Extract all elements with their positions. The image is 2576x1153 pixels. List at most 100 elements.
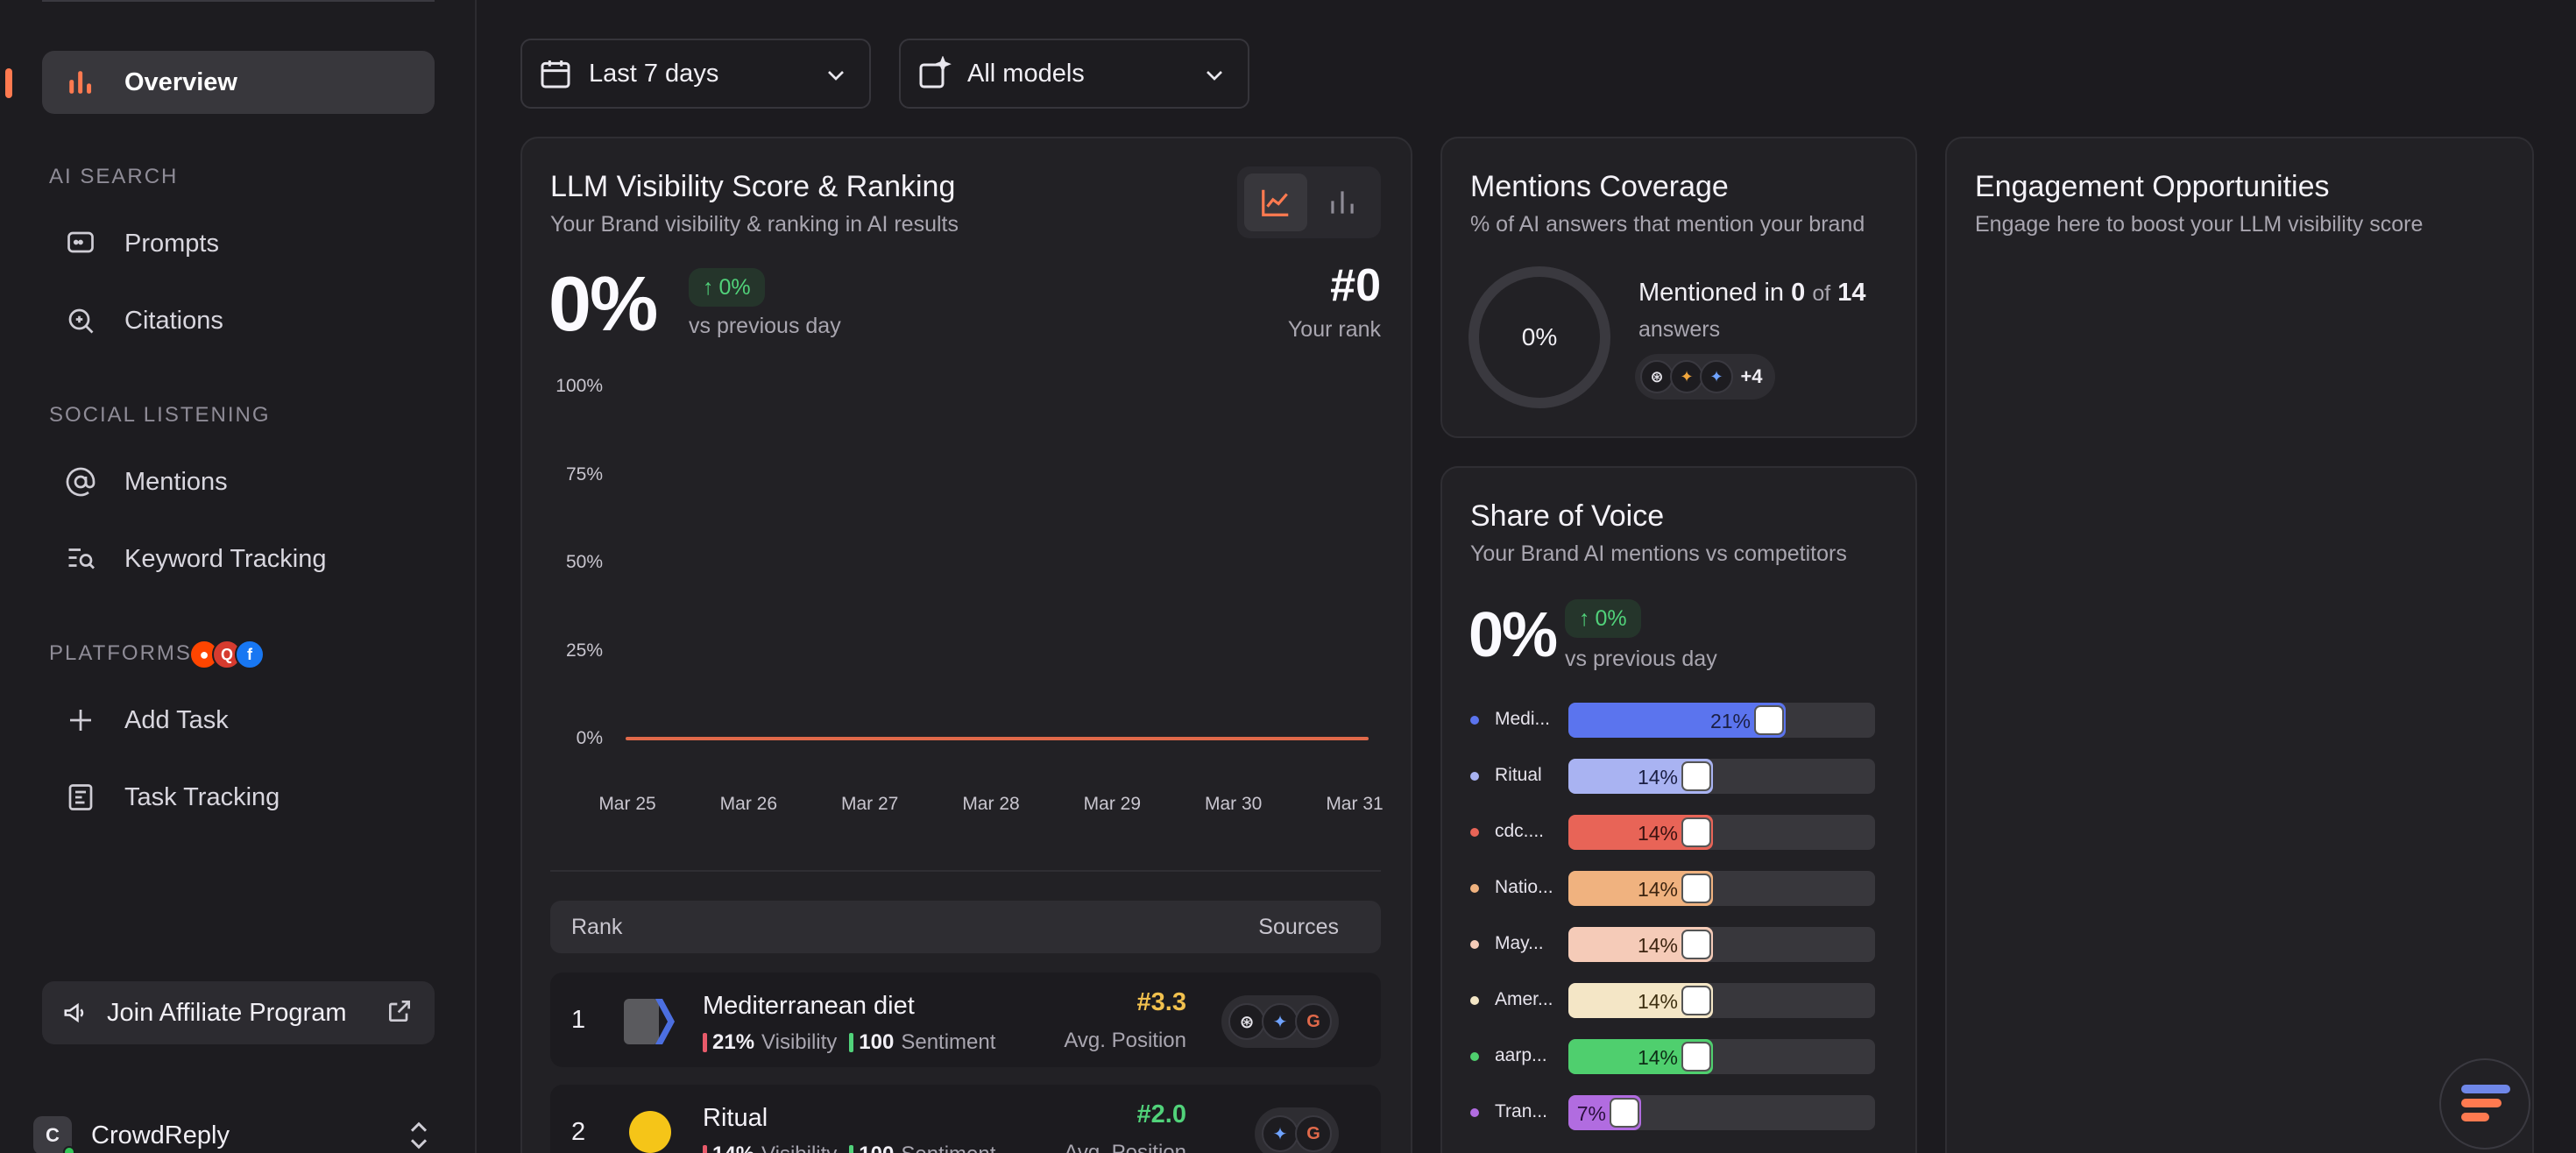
sov-bar-track: 14%	[1568, 927, 1875, 962]
avg-position: #3.3	[1136, 988, 1186, 1016]
visibility-indicator	[703, 1145, 707, 1153]
brand-name: Mediterranean diet	[703, 992, 915, 1020]
sidebar-item-mentions[interactable]: Mentions	[42, 450, 435, 513]
sov-delta-badge: ↑ 0%	[1565, 599, 1641, 638]
bar-chart-icon	[1331, 191, 1354, 214]
gemini-icon: ✦	[1262, 1003, 1299, 1040]
visibility-indicator	[703, 1033, 707, 1052]
sidebar-item-task-tracking[interactable]: Task Tracking	[42, 766, 435, 829]
x-tick-label: Mar 29	[1083, 794, 1141, 814]
sidebar-item-overview[interactable]: Overview	[42, 51, 435, 114]
chevron-down-icon	[1207, 71, 1222, 81]
competitor-logo-icon	[1681, 761, 1711, 791]
date-range-value: Last 7 days	[589, 59, 719, 88]
megaphone-icon	[60, 997, 91, 1029]
brand-name: Ritual	[703, 1104, 768, 1132]
sentiment-label: Sentiment	[901, 1142, 995, 1153]
competitor-logo-icon	[1681, 817, 1711, 847]
model-icons-group: ⊛ ✦ ✦ +4	[1635, 354, 1775, 400]
series-dot	[1470, 996, 1479, 1005]
sov-row[interactable]: Natio... 14%	[1468, 871, 1875, 906]
workspace-name: CrowdReply	[91, 1121, 230, 1149]
competitor-logo-icon	[1681, 930, 1711, 959]
sov-row[interactable]: Medi... 21%	[1468, 703, 1875, 738]
bar-chart-button[interactable]	[1311, 173, 1374, 231]
competitor-name: Natio...	[1495, 877, 1553, 897]
mentioned-in-label: Mentioned in	[1638, 279, 1785, 307]
engagement-card	[1945, 137, 2534, 1153]
sov-row[interactable]: aarp... 14%	[1468, 1039, 1875, 1074]
competitor-name: Amer...	[1495, 989, 1553, 1009]
avg-position-label: Avg. Position	[1064, 1141, 1186, 1153]
x-tick-label: Mar 31	[1326, 794, 1384, 814]
delta-value: 0%	[718, 274, 751, 300]
y-tick-label: 0%	[576, 728, 603, 748]
competitor-name: Ritual	[1495, 765, 1542, 785]
x-tick-label: Mar 26	[719, 794, 777, 814]
competitor-name: Tran...	[1495, 1101, 1547, 1121]
section-label-platforms: PLATFORMS	[49, 641, 192, 665]
external-link-icon	[386, 997, 417, 1029]
ai-models-icon	[919, 56, 952, 88]
mentions-title: Mentions Coverage	[1470, 170, 1729, 203]
sov-bar-track: 14%	[1568, 759, 1875, 794]
sidebar-item-label: Prompts	[124, 229, 219, 258]
sidebar-item-label: Keyword Tracking	[124, 544, 327, 573]
sentiment-indicator	[849, 1145, 854, 1153]
y-tick-label: 100%	[556, 376, 603, 396]
gemini-icon: ✦	[1700, 360, 1733, 393]
sov-title: Share of Voice	[1470, 499, 1665, 533]
sov-row[interactable]: Amer... 14%	[1468, 983, 1875, 1018]
sov-row[interactable]: Tran... 7%	[1468, 1095, 1875, 1130]
arrow-up-icon: ↑	[703, 274, 714, 300]
series-dot	[1470, 884, 1479, 893]
delta-value: 0%	[1595, 605, 1627, 631]
sidebar-item-add-task[interactable]: Add Task	[42, 689, 435, 752]
workspace-switcher[interactable]: C CrowdReply	[33, 1116, 436, 1153]
sources-group: ✦ G	[1255, 1107, 1339, 1153]
competitor-name: aarp...	[1495, 1045, 1547, 1065]
arrow-up-icon: ↑	[1579, 605, 1590, 631]
help-chat-button[interactable]	[2439, 1058, 2530, 1149]
x-tick-label: Mar 27	[840, 794, 899, 814]
visibility-label: Visibility	[761, 1142, 837, 1153]
visibility-value: 14%	[712, 1142, 754, 1153]
sov-row[interactable]: May... 14%	[1468, 927, 1875, 962]
sov-bar-fill	[1568, 703, 1786, 738]
line-chart-button[interactable]	[1244, 173, 1307, 231]
chat-bubble-icon	[63, 226, 98, 261]
rank-caption: Your rank	[1287, 317, 1381, 342]
sidebar-item-prompts[interactable]: Prompts	[42, 212, 435, 275]
table-row[interactable]: 1 Mediterranean diet 21% Visibility 100 …	[550, 973, 1381, 1067]
plus-icon	[63, 703, 98, 738]
sidebar-item-keyword-tracking[interactable]: Keyword Tracking	[42, 527, 435, 591]
task-list-icon	[63, 780, 98, 815]
sov-row[interactable]: cdc.... 14%	[1468, 815, 1875, 850]
at-sign-icon	[63, 464, 98, 499]
model-select[interactable]: All models	[899, 39, 1249, 109]
y-tick-label: 50%	[565, 552, 603, 572]
sov-percent: 14%	[1637, 766, 1678, 789]
sov-percent: 14%	[1637, 934, 1678, 957]
avg-position: #2.0	[1136, 1100, 1186, 1128]
chart-type-toggle	[1237, 166, 1381, 238]
sov-bar-track: 14%	[1568, 871, 1875, 906]
affiliate-button[interactable]: Join Affiliate Program	[42, 981, 435, 1044]
sov-bar-track: 7%	[1568, 1095, 1875, 1130]
sidebar-item-citations[interactable]: Citations	[42, 289, 435, 352]
x-tick-label: Mar 28	[962, 794, 1020, 814]
competitor-name: May...	[1495, 933, 1544, 953]
row-rank: 1	[571, 1006, 586, 1034]
visibility-score: 0%	[548, 260, 658, 347]
sov-row[interactable]: Ritual 14%	[1468, 759, 1875, 794]
sov-value: 0%	[1468, 600, 1558, 670]
section-label-ai-search: AI SEARCH	[49, 165, 179, 188]
competitor-logo-icon	[1681, 986, 1711, 1015]
sov-bar-track: 14%	[1568, 1039, 1875, 1074]
series-dot	[1470, 1052, 1479, 1061]
date-range-select[interactable]: Last 7 days	[520, 39, 871, 109]
gemini-icon: ✦	[1670, 360, 1703, 393]
engagement-subtitle: Engage here to boost your LLM visibility…	[1975, 212, 2424, 237]
series-line	[626, 737, 1369, 740]
table-row[interactable]: 2 Ritual 14% Visibility 100 Sentiment #2…	[550, 1085, 1381, 1153]
